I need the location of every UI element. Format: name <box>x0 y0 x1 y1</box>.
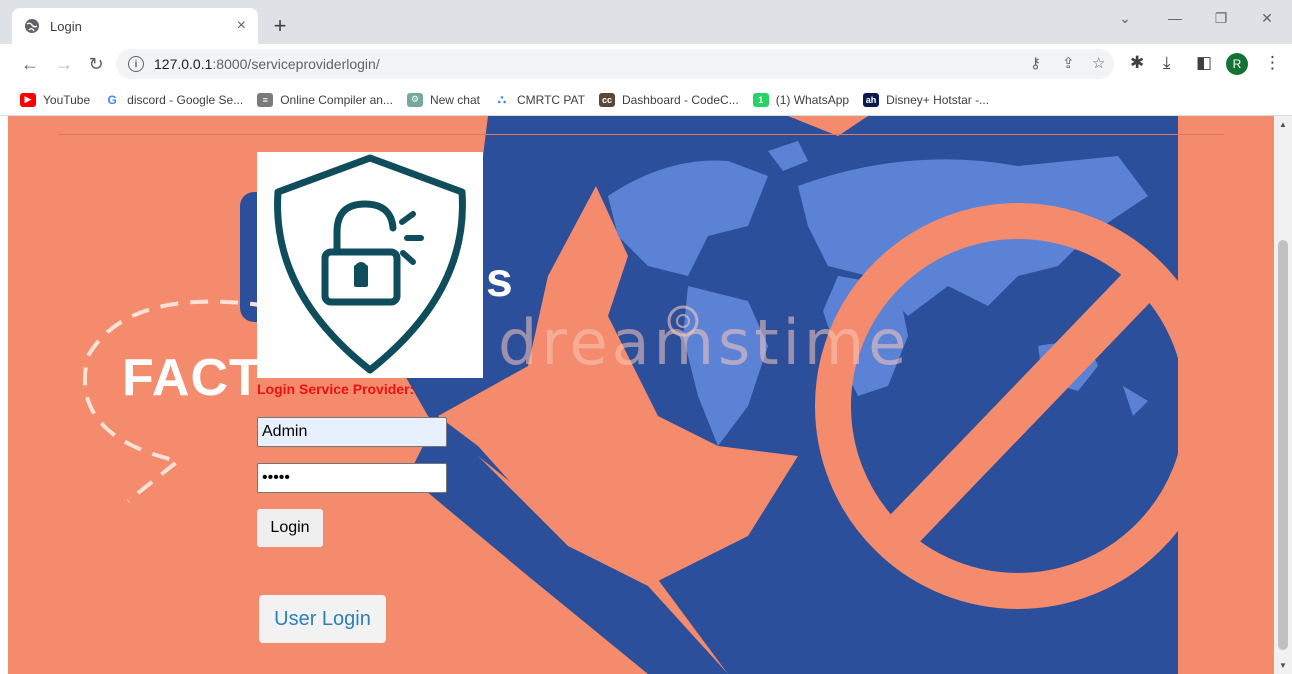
password-key-icon[interactable]: ⚷ <box>1030 54 1041 72</box>
bookmark-item[interactable]: cc Dashboard - CodeC... <box>598 92 739 107</box>
bookmark-item[interactable]: ≡ Online Compiler an... <box>257 92 393 107</box>
forward-icon[interactable]: → <box>52 52 76 76</box>
page-viewport: s FACT dreamstime Login Service Provider… <box>8 116 1274 674</box>
google-icon: G <box>104 92 121 107</box>
bookmark-item[interactable]: Gdiscord - Google Se... <box>104 92 244 107</box>
address-bar[interactable]: i 127.0.0.1:8000/serviceproviderlogin/ <box>116 49 1114 79</box>
bookmark-item[interactable]: ⚙ New chat <box>406 92 480 107</box>
restore-icon[interactable]: ❐ <box>1206 10 1236 27</box>
bookmark-label: discord - Google Se... <box>127 92 244 107</box>
profile-avatar[interactable]: R <box>1226 53 1248 75</box>
reload-icon[interactable]: ↻ <box>84 52 108 76</box>
tab-search-icon[interactable]: ⌄ <box>1110 10 1140 27</box>
back-icon[interactable]: ← <box>18 52 42 76</box>
youtube-icon: ▶ <box>20 92 36 107</box>
whatsapp-icon: 1 <box>752 92 769 107</box>
bookmark-item[interactable]: ⛬ CMRTC PAT <box>493 92 585 107</box>
bookmark-star-icon[interactable]: ☆ <box>1092 54 1105 72</box>
cmrtc-icon: ⛬ <box>493 92 510 107</box>
ide-icon: ≡ <box>257 92 274 107</box>
scrollbar[interactable]: ▲ ▼ <box>1274 116 1292 674</box>
tab-close-icon[interactable]: × <box>237 17 246 35</box>
site-info-icon[interactable]: i <box>128 56 144 72</box>
svg-text:s: s <box>486 254 513 307</box>
share-icon[interactable]: ⇪ <box>1062 54 1075 72</box>
shield-lock-icon <box>274 154 466 374</box>
extensions-icon[interactable]: ✱ <box>1130 53 1144 73</box>
url-path: :8000/serviceproviderlogin/ <box>212 56 380 72</box>
divider <box>58 134 1224 135</box>
username-input[interactable] <box>257 417 447 447</box>
globe-icon <box>25 19 39 33</box>
window-close-icon[interactable]: ✕ <box>1252 10 1282 27</box>
bookmark-item[interactable]: ah Disney+ Hotstar -... <box>863 92 990 107</box>
url-host: 127.0.0.1 <box>154 56 213 72</box>
bookmark-label: Disney+ Hotstar -... <box>886 92 990 107</box>
bookmark-label: (1) WhatsApp <box>775 92 850 107</box>
scroll-down-icon[interactable]: ▼ <box>1279 661 1287 670</box>
scrollbar-thumb[interactable] <box>1278 240 1288 650</box>
hotstar-icon: ah <box>863 92 880 107</box>
side-panel-icon[interactable]: ◧ <box>1196 53 1212 73</box>
bookmark-label: Dashboard - CodeC... <box>621 92 739 107</box>
chatgpt-icon: ⚙ <box>406 92 423 107</box>
bookmark-item[interactable]: 1 (1) WhatsApp <box>752 92 850 107</box>
new-tab-button[interactable]: + <box>266 12 294 40</box>
scroll-up-icon[interactable]: ▲ <box>1279 120 1287 129</box>
watermark-text: dreamstime <box>498 306 911 379</box>
codechef-icon: cc <box>598 92 615 107</box>
tab-strip: Login × + ⌄ — ❐ ✕ <box>0 0 1292 44</box>
browser-toolbar: ← → ↻ i 127.0.0.1:8000/serviceproviderlo… <box>0 44 1292 84</box>
bookmark-label: New chat <box>429 92 480 107</box>
download-icon[interactable]: ⤓ <box>1163 53 1171 73</box>
bookmark-label: YouTube <box>43 92 91 107</box>
browser-tab[interactable]: Login × <box>12 8 258 44</box>
menu-icon[interactable]: ⋮ <box>1264 53 1281 73</box>
bookmark-label: CMRTC PAT <box>516 92 585 107</box>
tab-title: Login <box>50 18 82 34</box>
password-input[interactable] <box>257 463 447 493</box>
bookmarks-bar: ▶ YouTube Gdiscord - Google Se... ≡ Online C… <box>0 84 1292 116</box>
security-logo <box>257 152 483 378</box>
form-label: Login Service Provider: <box>257 381 415 397</box>
background-fact-text: FACT <box>122 349 262 407</box>
bookmark-item[interactable]: ▶ YouTube <box>20 92 91 107</box>
login-button[interactable]: Login <box>257 509 323 547</box>
bookmark-label: Online Compiler an... <box>280 92 393 107</box>
minimize-icon[interactable]: — <box>1160 10 1190 26</box>
user-login-link[interactable]: User Login <box>259 595 386 643</box>
